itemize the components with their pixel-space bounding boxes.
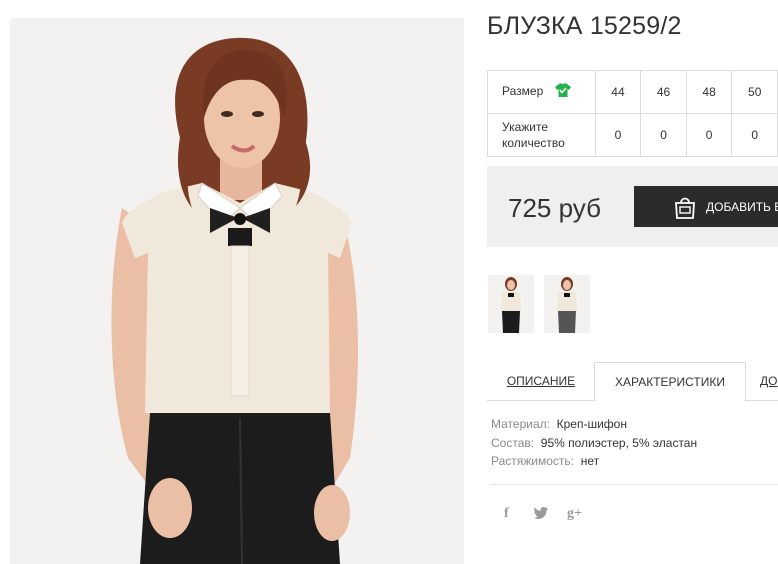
quantity-input[interactable]: 0 — [731, 113, 778, 157]
characteristic-key: Материал: — [491, 417, 550, 431]
quantity-input[interactable]: 0 — [594, 113, 642, 157]
add-to-cart-button[interactable]: ДОБАВИТЬ В — [634, 186, 778, 227]
product-price: 725 руб — [508, 193, 601, 223]
tab-description[interactable]: ОПИСАНИЕ — [487, 362, 595, 400]
size-cell: 46 — [640, 70, 687, 114]
characteristic-key: Состав: — [491, 436, 535, 450]
quantity-label: Укажите количество — [487, 113, 596, 157]
size-quantity-table: Размер 44 46 48 50 Укажите количество 0 … — [487, 70, 778, 157]
add-to-cart-label: ДОБАВИТЬ В — [706, 200, 778, 214]
thumbnail-back[interactable] — [544, 275, 590, 333]
quantity-input[interactable]: 0 — [685, 113, 733, 157]
product-title: БЛУЗКА 15259/2 — [487, 12, 682, 40]
quantity-row: Укажите количество 0 0 0 0 — [487, 113, 778, 157]
size-cell: 44 — [594, 70, 642, 114]
thumbnail-front[interactable] — [488, 275, 534, 333]
tab-characteristics[interactable]: ХАРАКТЕРИСТИКИ — [594, 362, 746, 402]
facebook-icon[interactable]: f — [504, 506, 509, 522]
size-cell: 48 — [685, 70, 733, 114]
size-label-cell: Размер — [487, 70, 596, 114]
characteristic-row: Состав: 95% полиэстер, 5% эластан — [491, 436, 697, 450]
characteristic-value: 95% полиэстер, 5% эластан — [540, 436, 698, 450]
characteristic-row: Материал: Креп-шифон — [491, 417, 627, 431]
section-divider — [491, 484, 778, 485]
characteristic-value: нет — [580, 454, 600, 468]
characteristic-key: Растяжимость: — [491, 454, 575, 468]
size-cell: 50 — [731, 70, 778, 114]
product-main-image[interactable] — [10, 18, 464, 564]
twitter-icon[interactable] — [534, 507, 548, 524]
size-label: Размер — [502, 84, 544, 99]
model-photo-illustration — [10, 18, 464, 564]
shopping-bag-icon — [672, 194, 698, 223]
size-row: Размер 44 46 48 50 — [487, 70, 778, 114]
quantity-input[interactable]: 0 — [640, 113, 687, 157]
shirt-icon[interactable] — [554, 83, 571, 101]
tab-delivery[interactable]: ДО — [760, 362, 778, 400]
google-plus-icon[interactable]: g+ — [567, 506, 582, 522]
price-bar: 725 руб ДОБАВИТЬ В — [487, 166, 778, 247]
characteristic-value: Креп-шифон — [556, 417, 627, 431]
characteristic-row: Растяжимость: нет — [491, 454, 599, 468]
